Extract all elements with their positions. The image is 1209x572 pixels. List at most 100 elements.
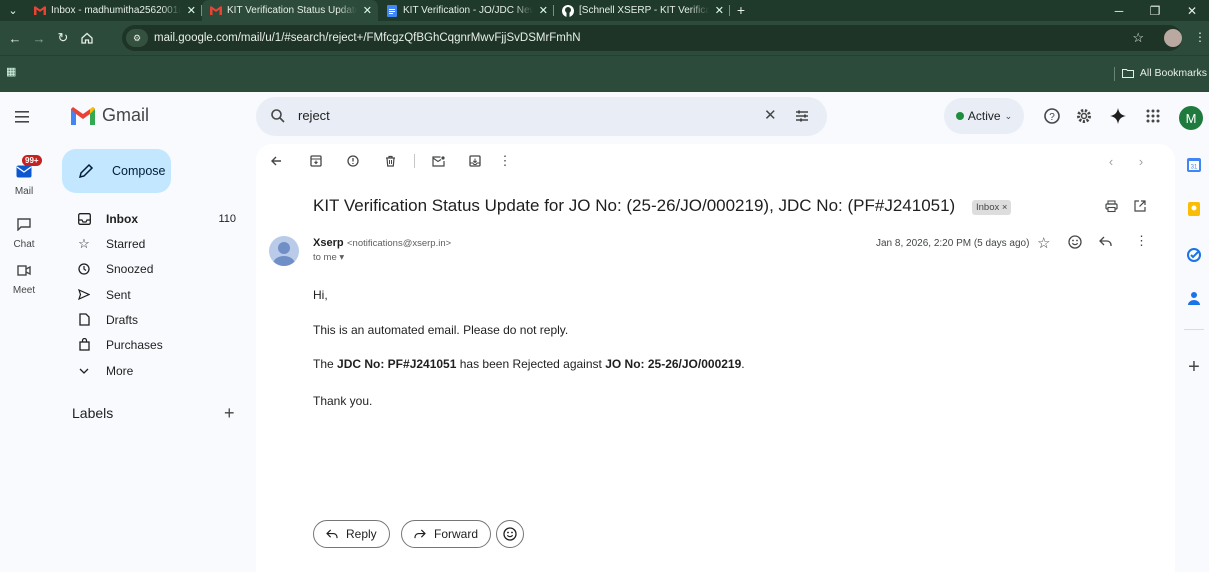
toolbar-divider <box>414 154 415 168</box>
nav-label: Inbox <box>106 211 138 226</box>
open-new-window-icon[interactable] <box>1134 200 1146 212</box>
browser-tab-kit-status[interactable]: KIT Verification Status Update f ✕ <box>202 0 378 21</box>
newer-chevron-left-icon[interactable]: ‹ <box>1102 152 1120 170</box>
back-icon[interactable]: ← <box>4 27 26 49</box>
nav-item-sent[interactable]: Sent <box>62 282 242 307</box>
gmail-icon <box>34 5 46 17</box>
minimize-icon[interactable]: ─ <box>1104 0 1134 21</box>
recipient-label: to me <box>313 252 337 263</box>
tasks-icon[interactable] <box>1184 245 1204 265</box>
email-subject: KIT Verification Status Update for JO No… <box>313 196 956 215</box>
google-apps-icon[interactable] <box>1142 105 1164 127</box>
browser-tab-kit-doc[interactable]: KIT Verification - JO/JDC New E ✕ <box>378 0 554 21</box>
nav-label: Snoozed <box>106 261 154 276</box>
archive-icon[interactable] <box>307 152 325 170</box>
more-options-icon[interactable]: ⋮ <box>496 152 514 170</box>
tab-close-icon[interactable]: ✕ <box>187 4 196 17</box>
rail-chat[interactable]: Chat <box>0 213 48 250</box>
forward-arrow-icon <box>414 529 426 539</box>
account-avatar[interactable]: M <box>1179 106 1203 130</box>
tab-search-chevron-icon[interactable]: ⌄ <box>0 0 26 21</box>
nav-label: Starred <box>106 236 146 251</box>
nav-item-inbox[interactable]: Inbox 110 <box>62 206 242 231</box>
main-menu-icon[interactable] <box>11 105 35 129</box>
browser-tab-inbox[interactable]: Inbox - madhumitha2562001@ ✕ <box>26 0 202 21</box>
sender-avatar[interactable] <box>269 236 299 266</box>
back-to-search-icon[interactable] <box>267 152 285 170</box>
site-info-icon[interactable]: ⚙ <box>126 29 148 47</box>
unread-badge: 99+ <box>22 155 42 166</box>
calendar-icon[interactable]: 31 <box>1184 155 1204 175</box>
url-text: mail.google.com/mail/u/1/#search/reject+… <box>154 32 581 44</box>
move-to-icon[interactable] <box>466 152 484 170</box>
recipient-details[interactable]: to me ▾ <box>313 252 344 263</box>
help-icon[interactable]: ? <box>1041 105 1063 127</box>
tab-close-icon[interactable]: ✕ <box>363 4 372 17</box>
create-label-icon[interactable]: + <box>224 403 235 424</box>
reply-button[interactable]: Reply <box>313 520 390 548</box>
restore-icon[interactable]: ❐ <box>1140 0 1170 21</box>
rail-meet[interactable]: Meet <box>0 259 48 296</box>
forward-button[interactable]: Forward <box>401 520 492 548</box>
emoji-reply-button[interactable] <box>496 520 524 548</box>
reload-icon[interactable]: ↻ <box>52 27 74 49</box>
close-window-icon[interactable]: ✕ <box>1177 0 1207 21</box>
all-bookmarks-button[interactable]: All Bookmarks <box>1121 67 1207 79</box>
nav-item-starred[interactable]: ☆ Starred <box>62 231 242 256</box>
emoji-reaction-icon[interactable] <box>1068 235 1082 249</box>
profile-icon[interactable] <box>1164 29 1182 47</box>
nav-item-snoozed[interactable]: Snoozed <box>62 256 242 281</box>
older-chevron-right-icon[interactable]: › <box>1132 152 1150 170</box>
bookmark-star-icon[interactable]: ☆ <box>1132 30 1144 46</box>
settings-gear-icon[interactable] <box>1073 105 1095 127</box>
emoji-icon <box>503 527 517 541</box>
star-message-icon[interactable]: ☆ <box>1037 234 1050 252</box>
nav-item-more[interactable]: More <box>62 358 242 383</box>
gemini-sparkle-icon[interactable] <box>1107 105 1129 127</box>
rail-label: Mail <box>14 186 34 197</box>
apps-grid-icon[interactable]: ▦ <box>6 65 16 78</box>
contacts-icon[interactable] <box>1184 288 1204 308</box>
new-tab-button[interactable]: + <box>730 0 752 21</box>
inbox-icon <box>76 212 92 225</box>
address-bar[interactable]: ⚙ mail.google.com/mail/u/1/#search/rejec… <box>122 25 1182 51</box>
nav-item-drafts[interactable]: Drafts <box>62 307 242 332</box>
rail-mail[interactable]: 99+ Mail <box>0 155 48 197</box>
search-input[interactable]: reject <box>298 108 330 123</box>
mail-icon: 99+ <box>8 155 42 182</box>
caret-down-icon: ▾ <box>339 252 345 263</box>
chat-icon <box>8 213 40 235</box>
sender-email: <notifications@xserp.in> <box>347 238 452 249</box>
side-panel-divider <box>1184 329 1204 330</box>
tab-title: KIT Verification - JO/JDC New E <box>403 5 533 16</box>
reply-icon[interactable] <box>1099 236 1112 247</box>
browser-tab-github[interactable]: [Schnell XSERP - KIT Verification ✕ <box>554 0 730 21</box>
chevron-down-icon <box>76 368 92 374</box>
message-more-icon[interactable]: ⋮ <box>1135 233 1148 249</box>
delete-icon[interactable] <box>381 152 399 170</box>
browser-menu-icon[interactable]: ⋮ <box>1194 30 1206 44</box>
tab-close-icon[interactable]: ✕ <box>539 4 548 17</box>
keep-icon[interactable] <box>1184 199 1204 219</box>
tab-close-icon[interactable]: ✕ <box>715 4 724 17</box>
nav-item-purchases[interactable]: Purchases <box>62 332 242 357</box>
print-icon[interactable] <box>1105 200 1118 213</box>
forward-icon[interactable]: → <box>28 27 50 49</box>
search-bar[interactable]: reject ✕ <box>256 97 827 136</box>
gmail-logo-text: Gmail <box>102 105 150 125</box>
status-dropdown[interactable]: Active ⌄ <box>944 98 1024 134</box>
report-spam-icon[interactable] <box>344 152 362 170</box>
send-icon <box>76 289 92 300</box>
clear-search-icon[interactable]: ✕ <box>764 106 777 124</box>
status-dot <box>955 112 964 120</box>
home-icon[interactable] <box>76 27 98 49</box>
mark-unread-icon[interactable] <box>429 152 447 170</box>
sender-name[interactable]: Xserp <box>313 237 344 249</box>
gmail-logo[interactable]: Gmail <box>70 105 149 126</box>
inbox-label-chip[interactable]: Inbox × <box>972 200 1012 215</box>
line2-mid: has been Rejected against <box>456 357 606 371</box>
remove-label-icon[interactable]: × <box>1002 202 1008 213</box>
chevron-down-icon: ⌄ <box>1004 110 1013 121</box>
get-addons-icon[interactable]: + <box>1184 356 1204 378</box>
compose-button[interactable]: Compose <box>62 149 171 193</box>
